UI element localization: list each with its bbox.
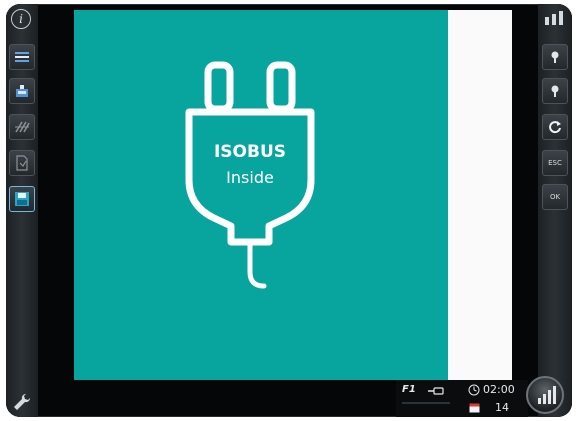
status-bar: F1 02:00 14 xyxy=(396,380,528,417)
esc-label: ESC xyxy=(548,159,562,167)
wrench-icon xyxy=(14,393,31,410)
grid-button[interactable] xyxy=(9,114,35,140)
ok-button[interactable]: OK xyxy=(542,184,568,210)
clock-time: 02:00 xyxy=(483,383,515,396)
display-margin xyxy=(448,10,512,380)
logo-line-isobus: ISOBUS xyxy=(213,142,287,162)
isobus-plug-icon xyxy=(185,61,315,289)
logo-line-inside: Inside xyxy=(226,168,274,187)
signal-indicator xyxy=(543,10,567,25)
connector-icon xyxy=(428,387,444,395)
refresh-icon xyxy=(549,121,561,134)
softkey-1[interactable] xyxy=(542,44,568,70)
softkey-2[interactable] xyxy=(542,78,568,104)
clock-icon xyxy=(468,384,480,396)
terminal-bezel: i ISOBUS Inside ESC OK F1 02:00 14 xyxy=(6,4,572,417)
signal-strength-button[interactable] xyxy=(526,376,564,414)
device-icon xyxy=(16,85,28,97)
device-button[interactable] xyxy=(9,78,35,104)
save-button[interactable] xyxy=(9,186,35,212)
calendar-icon xyxy=(469,403,480,413)
main-display-area: ISOBUS Inside xyxy=(74,10,448,380)
signal-icon xyxy=(545,11,563,25)
info-icon[interactable]: i xyxy=(11,9,31,29)
esc-button[interactable]: ESC xyxy=(542,150,568,176)
right-softkey-bar: ESC OK xyxy=(538,4,572,417)
function-key-label: F1 xyxy=(402,384,416,395)
menu-icon xyxy=(15,52,29,62)
settings-button[interactable] xyxy=(10,392,34,412)
document-button[interactable] xyxy=(9,150,35,176)
ok-label: OK xyxy=(549,193,561,201)
calendar-date: 14 xyxy=(495,401,509,414)
menu-button[interactable] xyxy=(9,44,35,70)
save-icon xyxy=(15,192,29,206)
status-small-text xyxy=(402,402,450,404)
refresh-button[interactable] xyxy=(542,114,568,140)
pin-icon xyxy=(551,51,559,63)
grid-icon xyxy=(15,121,30,133)
signal-bars-icon xyxy=(538,386,556,404)
pin-icon xyxy=(551,85,559,97)
document-icon xyxy=(16,155,28,171)
left-softkey-bar: i xyxy=(6,4,38,417)
